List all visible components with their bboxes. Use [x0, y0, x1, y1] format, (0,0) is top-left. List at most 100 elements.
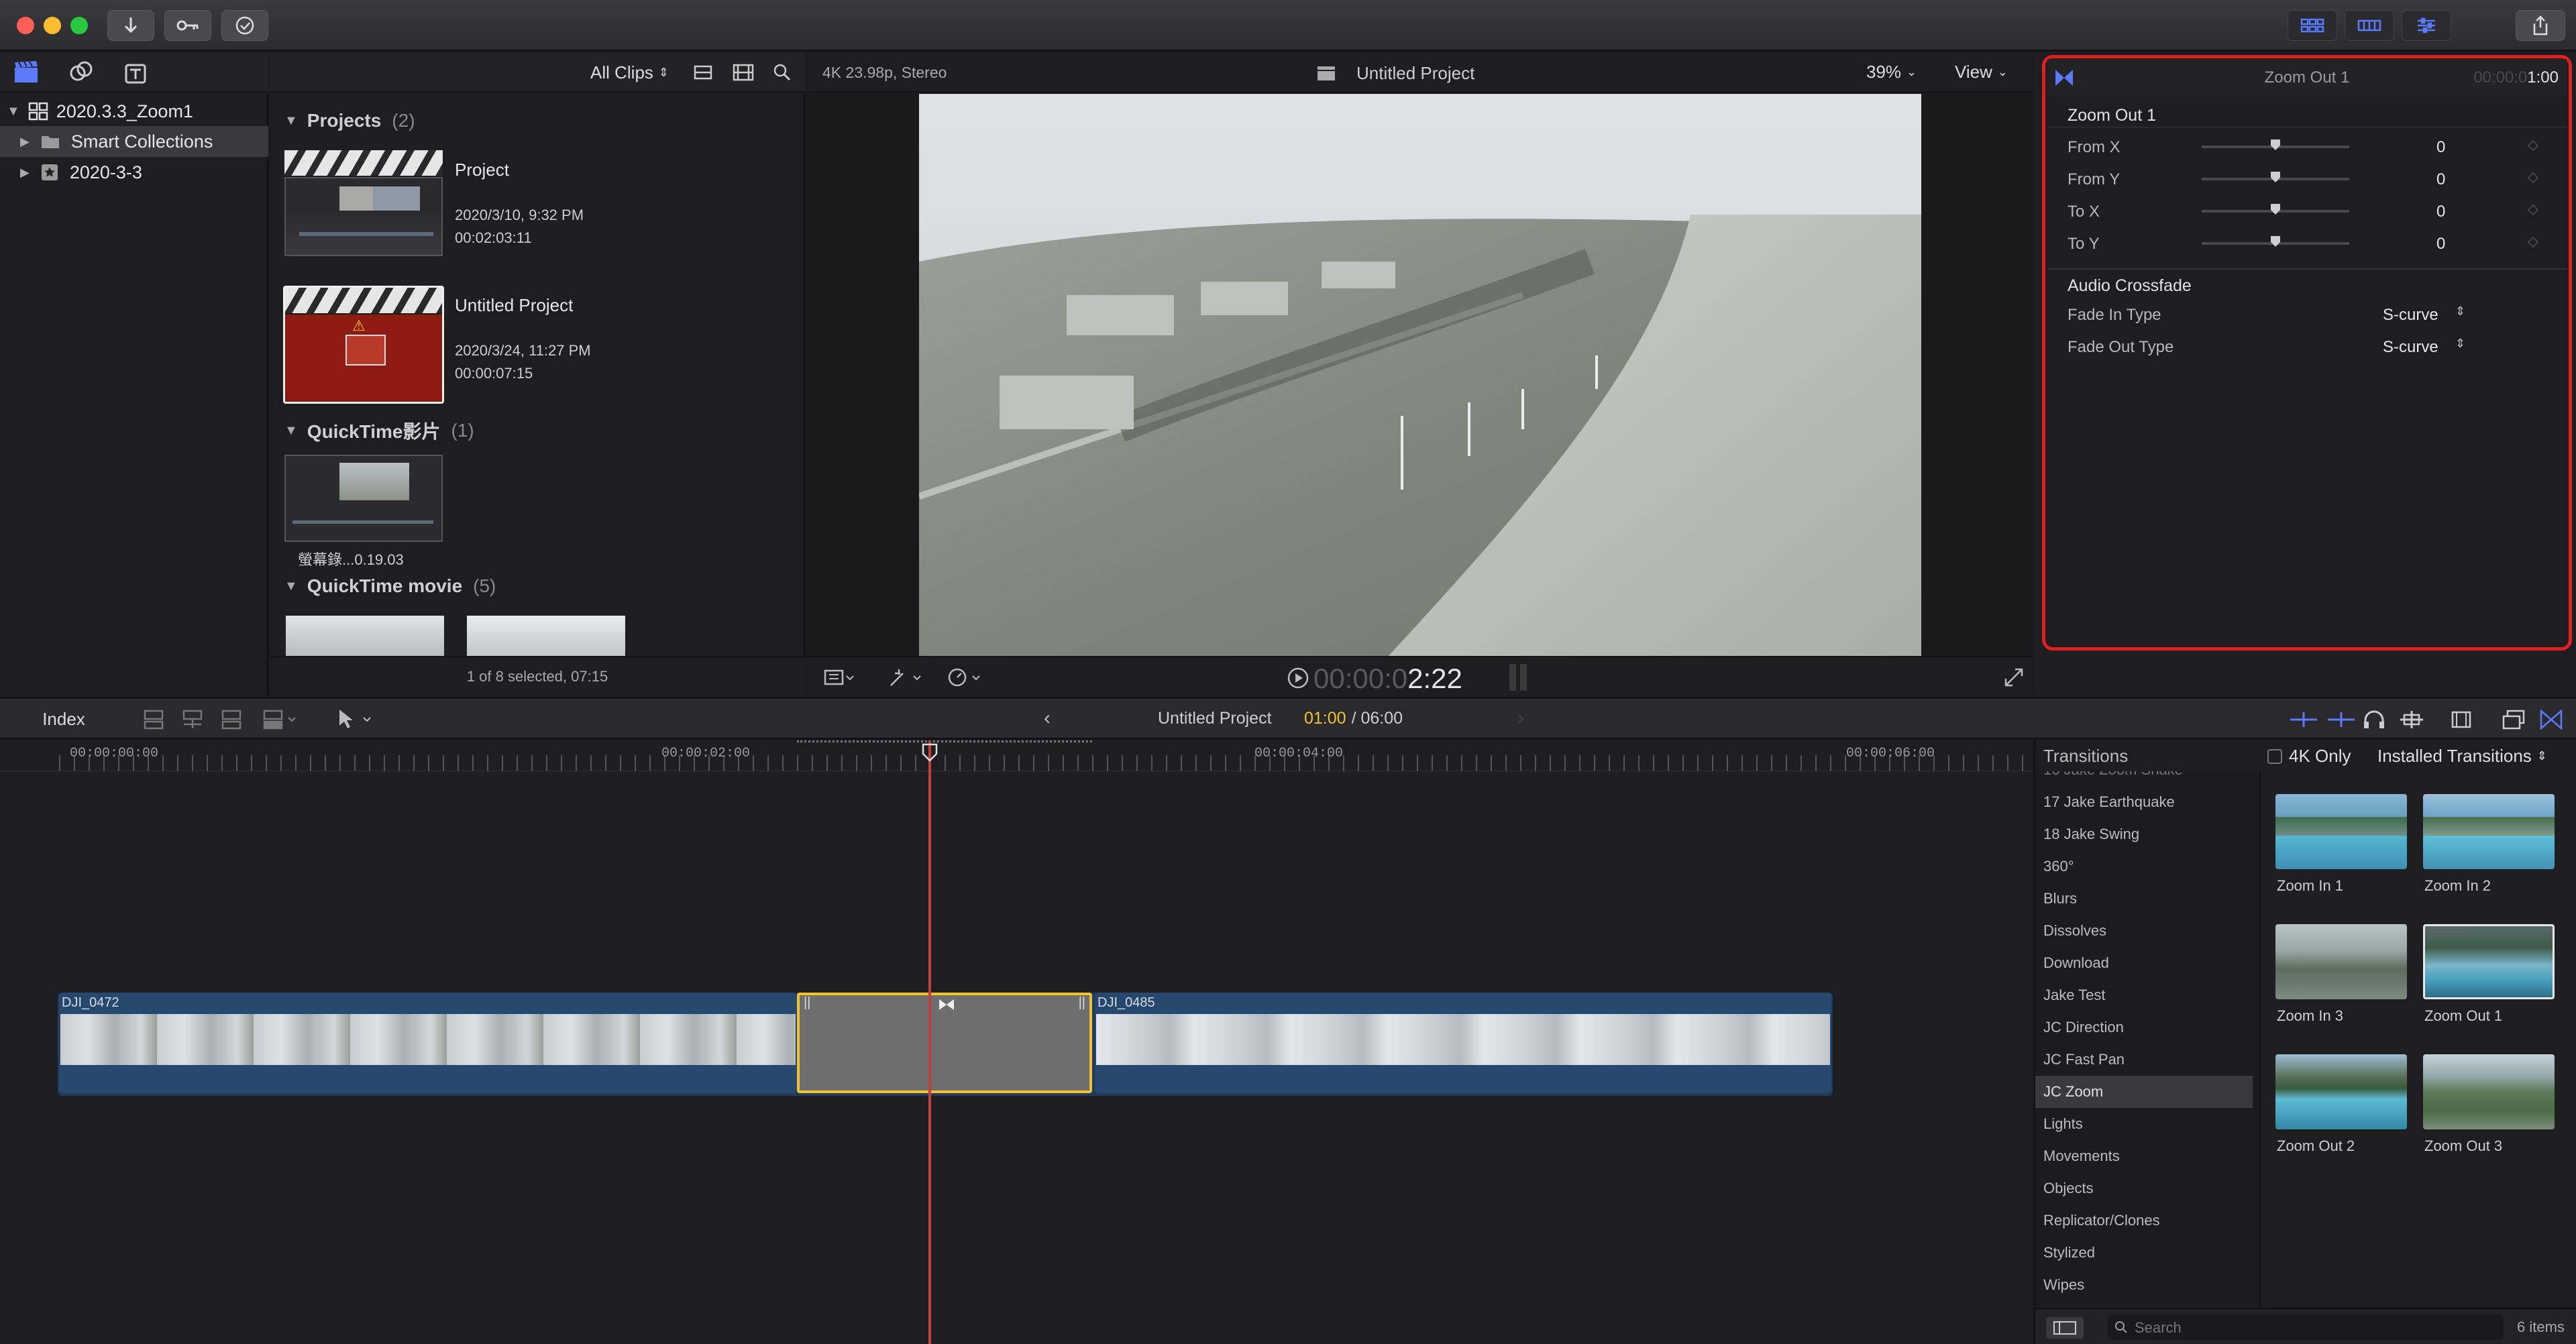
category-item[interactable]: JC Zoom	[2035, 1076, 2253, 1108]
disclosure-open-icon[interactable]: ▼	[7, 104, 20, 119]
append-clip-icon[interactable]	[220, 710, 243, 730]
overwrite-clip-icon[interactable]	[262, 710, 299, 730]
trim-handle-left-icon[interactable]: ||	[804, 995, 810, 1011]
video-frame[interactable]	[919, 94, 1921, 656]
clip-appearance-icon[interactable]	[694, 64, 712, 80]
fade-type-dropdown[interactable]: S-curve	[2383, 338, 2438, 357]
view-options-icon[interactable]	[824, 668, 855, 687]
fade-type-dropdown[interactable]: S-curve	[2383, 306, 2438, 325]
timeline-layout-button[interactable]	[2345, 10, 2394, 41]
category-item[interactable]: Dissolves	[2035, 915, 2253, 947]
disclosure-open-icon[interactable]: ▼	[284, 113, 298, 129]
zoom-window-button[interactable]	[70, 17, 88, 34]
forward-arrow-icon[interactable]: ›	[1517, 707, 1524, 730]
inspector-layout-button[interactable]	[2402, 10, 2451, 41]
category-item[interactable]: JC Direction	[2035, 1011, 2253, 1044]
slider-knob[interactable]	[2271, 204, 2280, 215]
transition-item[interactable]: Zoom In 1	[2275, 794, 2414, 915]
transitions-search-input[interactable]: Search	[2108, 1314, 2504, 1340]
close-window-button[interactable]	[17, 17, 34, 34]
category-item[interactable]: Stylized	[2035, 1237, 2253, 1269]
param-value[interactable]: 0	[2436, 203, 2445, 221]
disclosure-open-icon[interactable]: ▼	[284, 423, 298, 439]
view-dropdown[interactable]: View ⌄	[1955, 62, 2008, 82]
project-thumbnail[interactable]	[284, 150, 443, 256]
slider-knob[interactable]	[2271, 236, 2280, 247]
param-value[interactable]: 0	[2436, 170, 2445, 189]
browser-layout-button[interactable]	[2288, 10, 2337, 41]
filmstrip-icon[interactable]	[733, 63, 754, 82]
clip-appearance-icon[interactable]	[2450, 710, 2473, 730]
param-value[interactable]: 0	[2436, 235, 2445, 254]
disclosure-closed-icon[interactable]: ▶	[20, 135, 30, 149]
connect-clip-icon[interactable]	[142, 710, 165, 730]
keyframe-diamond-icon[interactable]	[2527, 204, 2539, 216]
projects-section-header[interactable]: ▼ Projects (2)	[284, 110, 415, 131]
transition-item[interactable]: Zoom In 3	[2275, 924, 2414, 1045]
quicktime-cn-section-header[interactable]: ▼ QuickTime影片 (1)	[284, 417, 474, 444]
playhead[interactable]	[928, 740, 931, 1344]
clapper-icon[interactable]	[13, 60, 39, 84]
transform-tools-icon[interactable]	[888, 667, 926, 688]
disclosure-closed-icon[interactable]: ▶	[20, 166, 30, 180]
retime-icon[interactable]	[947, 667, 985, 688]
category-item[interactable]: 360°	[2035, 850, 2253, 883]
transition-item[interactable]: Zoom In 2	[2423, 794, 2561, 915]
event-item[interactable]: ▶ 2020-3-3	[0, 157, 268, 188]
skimming-icon[interactable]	[2289, 711, 2318, 728]
back-arrow-icon[interactable]: ‹	[1044, 707, 1051, 730]
minimize-window-button[interactable]	[44, 17, 61, 34]
background-tasks-button[interactable]	[221, 10, 268, 41]
category-item[interactable]: 18 Jake Swing	[2035, 818, 2253, 850]
category-item[interactable]: Blurs	[2035, 883, 2253, 915]
category-item[interactable]: 17 Jake Earthquake	[2035, 786, 2253, 818]
category-item[interactable]: Jake Test	[2035, 979, 2253, 1011]
keywords-button[interactable]	[164, 10, 211, 41]
audio-skimming-icon[interactable]	[2326, 711, 2356, 728]
clip-dji-0472[interactable]: DJI_0472	[59, 993, 797, 1093]
effects-browser-icon[interactable]	[2502, 710, 2525, 730]
slider-knob[interactable]	[2271, 172, 2280, 182]
4k-only-checkbox[interactable]: 4K Only	[2267, 746, 2351, 767]
transition-item[interactable]: Zoom Out 1	[2423, 924, 2561, 1045]
clip-thumbnail[interactable]	[286, 616, 444, 656]
category-item[interactable]: Objects	[2035, 1172, 2253, 1205]
smart-collections-item[interactable]: ▶ Smart Collections	[0, 126, 268, 157]
category-item[interactable]: JC Fast Pan	[2035, 1044, 2253, 1076]
keyframe-diamond-icon[interactable]	[2527, 236, 2539, 248]
clip-thumbnail[interactable]	[467, 616, 625, 656]
slider-knob[interactable]	[2271, 139, 2280, 150]
headphones-icon[interactable]	[2363, 710, 2385, 730]
installed-transitions-dropdown[interactable]: Installed Transitions ⇕	[2377, 746, 2547, 767]
select-tool-icon[interactable]	[335, 708, 376, 730]
category-item[interactable]: Wipes	[2035, 1269, 2253, 1301]
transition-item[interactable]: Zoom Out 3	[2423, 1054, 2561, 1175]
import-button[interactable]	[107, 10, 154, 41]
library-root[interactable]: ▼ 2020.3.3_Zoom1	[7, 97, 268, 126]
titles-generators-icon[interactable]	[123, 60, 149, 84]
param-value[interactable]: 0	[2436, 138, 2445, 157]
share-button[interactable]	[2516, 10, 2565, 41]
quicktime-movie-section-header[interactable]: ▼ QuickTime movie (5)	[284, 575, 496, 597]
checkbox-icon[interactable]	[2267, 748, 2282, 764]
clip-dji-0485[interactable]: DJI_0485	[1095, 993, 1831, 1093]
category-item[interactable]: Movements	[2035, 1140, 2253, 1172]
photos-audio-icon[interactable]	[68, 60, 94, 84]
keyframe-diamond-icon[interactable]	[2527, 172, 2539, 184]
clip-filter-dropdown[interactable]: All Clips ⇕	[590, 59, 669, 86]
snapping-icon[interactable]	[2399, 710, 2424, 730]
category-item[interactable]: Download	[2035, 947, 2253, 979]
screen-recording-thumbnail[interactable]	[284, 455, 443, 542]
fullscreen-icon[interactable]	[2004, 668, 2023, 687]
category-item[interactable]: Replicator/Clones	[2035, 1205, 2253, 1237]
playhead-handle-icon[interactable]	[922, 743, 938, 762]
untitled-project-thumbnail[interactable]: ⚠	[283, 286, 444, 404]
keyframe-diamond-icon[interactable]	[2527, 139, 2539, 152]
search-icon[interactable]	[773, 63, 792, 82]
sidebar-toggle-icon[interactable]	[2045, 1316, 2085, 1340]
play-icon[interactable]	[1287, 667, 1309, 689]
timeline-ruler[interactable]: 00:00:00:00 00:00:02:00 00:00:04:00 00:0…	[0, 740, 2033, 771]
category-partial[interactable]: 16 Jake Zoom Shake	[2035, 771, 2253, 786]
disclosure-open-icon[interactable]: ▼	[284, 579, 298, 594]
transition-clip-selected[interactable]: || ||	[797, 993, 1092, 1093]
